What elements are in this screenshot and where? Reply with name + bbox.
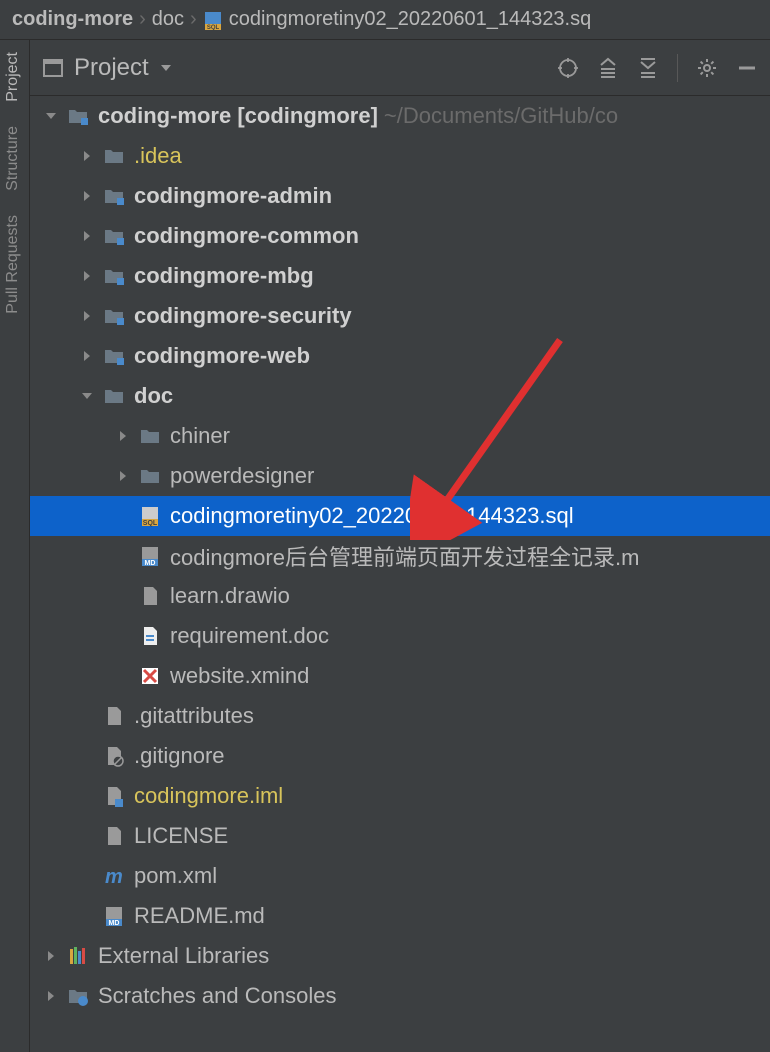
svg-text:SQL: SQL <box>207 25 220 30</box>
module-folder-icon <box>102 224 126 248</box>
collapse-all-icon[interactable] <box>637 57 659 79</box>
doc-file-icon <box>138 624 162 648</box>
gear-icon[interactable] <box>696 57 718 79</box>
arrow-collapsed-icon <box>78 307 96 325</box>
expand-all-icon[interactable] <box>597 57 619 79</box>
module-folder-icon <box>66 104 90 128</box>
tree-node-file[interactable]: .gitattributes <box>30 696 770 736</box>
markdown-file-icon: MD <box>102 904 126 928</box>
chevron-right-icon: › <box>139 8 146 31</box>
tree-node-module[interactable]: codingmore-mbg <box>30 256 770 296</box>
arrow-collapsed-icon <box>78 347 96 365</box>
project-view-label[interactable]: Project <box>74 54 149 82</box>
file-icon <box>102 704 126 728</box>
toolbar-separator <box>677 54 678 82</box>
minimize-icon[interactable] <box>736 57 758 79</box>
tree-node-file[interactable]: codingmore.iml <box>30 776 770 816</box>
folder-icon <box>138 424 162 448</box>
tree-node-file[interactable]: LICENSE <box>30 816 770 856</box>
xmind-file-icon <box>138 664 162 688</box>
tree-node-file[interactable]: MD README.md <box>30 896 770 936</box>
arrow-collapsed-icon <box>114 467 132 485</box>
breadcrumb: coding-more › doc › SQL codingmoretiny02… <box>0 0 770 40</box>
chevron-right-icon: › <box>190 8 197 31</box>
breadcrumb-file[interactable]: codingmoretiny02_20220601_144323.sq <box>229 8 592 31</box>
tab-project[interactable]: Project <box>0 40 26 114</box>
tree-node-file[interactable]: website.xmind <box>30 656 770 696</box>
tree-node-external-libraries[interactable]: External Libraries <box>30 936 770 976</box>
tree-node-folder[interactable]: powerdesigner <box>30 456 770 496</box>
target-icon[interactable] <box>557 57 579 79</box>
tree-node-module[interactable]: codingmore-web <box>30 336 770 376</box>
scratches-icon <box>66 984 90 1008</box>
tree-node-folder[interactable]: chiner <box>30 416 770 456</box>
module-folder-icon <box>102 184 126 208</box>
svg-text:MD: MD <box>145 560 156 567</box>
tree-node-module[interactable]: codingmore-common <box>30 216 770 256</box>
sql-file-icon: SQL <box>203 10 223 30</box>
folder-icon <box>138 464 162 488</box>
arrow-collapsed-icon <box>78 187 96 205</box>
tree-node-file[interactable]: MD codingmore后台管理前端页面开发过程全记录.m <box>30 536 770 576</box>
svg-text:MD: MD <box>109 920 120 927</box>
project-tree: coding-more [codingmore]~/Documents/GitH… <box>30 96 770 1052</box>
arrow-collapsed-icon <box>78 267 96 285</box>
tree-node-file[interactable]: requirement.doc <box>30 616 770 656</box>
arrow-collapsed-icon <box>42 987 60 1005</box>
svg-text:m: m <box>105 866 123 887</box>
project-view-icon <box>42 57 64 79</box>
tab-structure[interactable]: Structure <box>0 114 26 203</box>
arrow-collapsed-icon <box>114 427 132 445</box>
tree-node-scratches[interactable]: Scratches and Consoles <box>30 976 770 1016</box>
file-icon <box>102 824 126 848</box>
dropdown-chevron-icon[interactable] <box>159 61 173 75</box>
arrow-expanded-icon <box>78 387 96 405</box>
tree-node-file[interactable]: learn.drawio <box>30 576 770 616</box>
module-folder-icon <box>102 304 126 328</box>
tree-node-file-selected[interactable]: SQL codingmoretiny02_20220601_144323.sql <box>30 496 770 536</box>
tree-node-root[interactable]: coding-more [codingmore]~/Documents/GitH… <box>30 96 770 136</box>
tree-node-doc[interactable]: doc <box>30 376 770 416</box>
project-toolbar: Project <box>30 40 770 96</box>
svg-text:SQL: SQL <box>143 520 158 527</box>
tool-window-tabs: Project Structure Pull Requests <box>0 40 30 1052</box>
tab-pull-requests[interactable]: Pull Requests <box>0 203 26 326</box>
tree-node-idea[interactable]: .idea <box>30 136 770 176</box>
arrow-collapsed-icon <box>78 147 96 165</box>
tree-node-file[interactable]: .gitignore <box>30 736 770 776</box>
markdown-file-icon: MD <box>138 544 162 568</box>
tree-node-module[interactable]: codingmore-security <box>30 296 770 336</box>
arrow-collapsed-icon <box>42 947 60 965</box>
tree-node-module[interactable]: codingmore-admin <box>30 176 770 216</box>
iml-file-icon <box>102 784 126 808</box>
file-icon <box>138 584 162 608</box>
breadcrumb-dir[interactable]: doc <box>152 8 184 31</box>
tree-node-file[interactable]: m pom.xml <box>30 856 770 896</box>
libraries-icon <box>66 944 90 968</box>
arrow-expanded-icon <box>42 107 60 125</box>
module-folder-icon <box>102 264 126 288</box>
folder-icon <box>102 384 126 408</box>
module-folder-icon <box>102 344 126 368</box>
folder-icon <box>102 144 126 168</box>
arrow-collapsed-icon <box>78 227 96 245</box>
breadcrumb-root[interactable]: coding-more <box>12 8 133 31</box>
gitignore-file-icon <box>102 744 126 768</box>
sql-file-icon: SQL <box>138 504 162 528</box>
maven-file-icon: m <box>102 864 126 888</box>
